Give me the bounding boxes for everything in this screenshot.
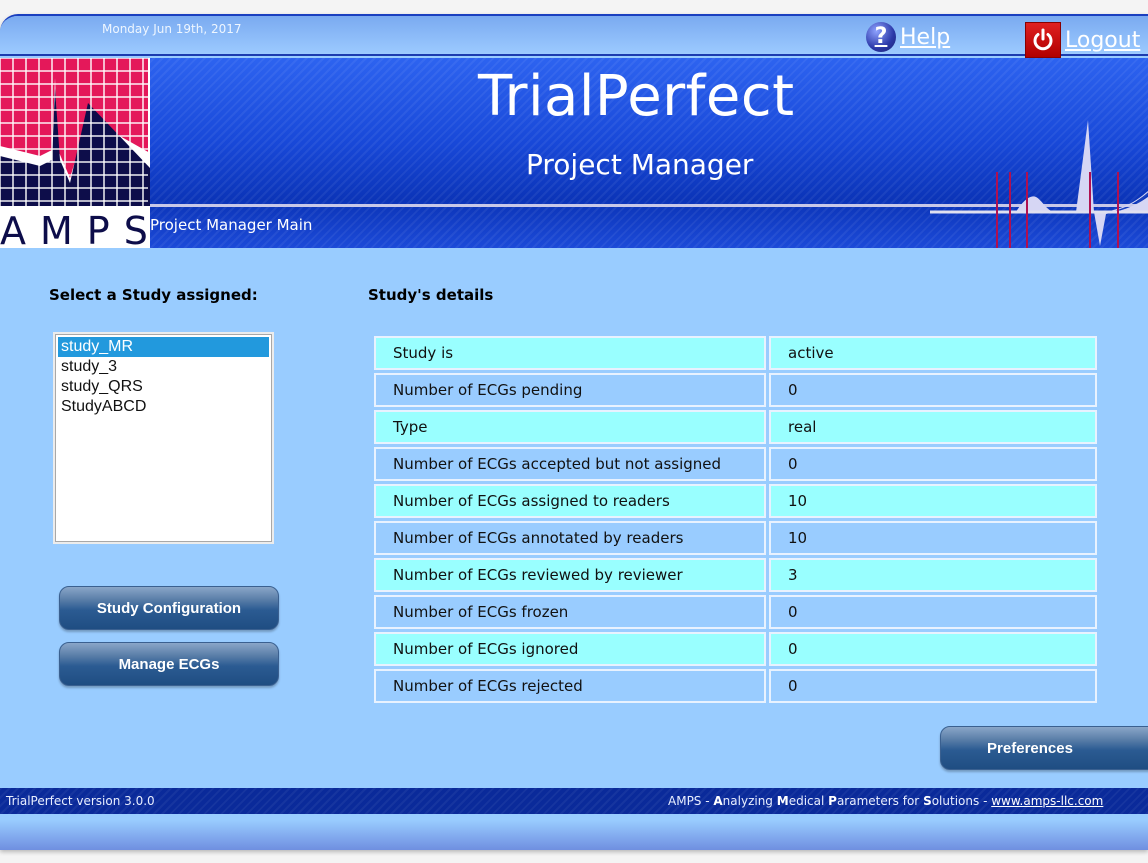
ecg-waveform-icon bbox=[930, 120, 1148, 248]
study-details-table: Study is active Number of ECGs pending 0… bbox=[371, 333, 1100, 706]
credits-separator: - bbox=[979, 794, 992, 808]
detail-value: 10 bbox=[769, 521, 1097, 555]
detail-label: Number of ECGs frozen bbox=[374, 595, 766, 629]
credits-word: olutions bbox=[931, 794, 980, 808]
table-row: Type real bbox=[374, 410, 1097, 444]
study-option[interactable]: StudyABCD bbox=[58, 397, 269, 417]
study-select-heading: Select a Study assigned: bbox=[49, 286, 258, 304]
amps-logo: AMPS bbox=[0, 58, 150, 248]
help-icon: ? bbox=[866, 22, 896, 52]
credits-prefix: AMPS - bbox=[668, 794, 714, 808]
detail-value: 0 bbox=[769, 595, 1097, 629]
detail-label: Number of ECGs accepted but not assigned bbox=[374, 447, 766, 481]
credits-initial: S bbox=[923, 794, 932, 808]
detail-label: Study is bbox=[374, 336, 766, 370]
detail-label: Number of ECGs ignored bbox=[374, 632, 766, 666]
help-label: Help bbox=[900, 24, 951, 50]
header-banner: AMPS TrialPerfect Project Manager Projec… bbox=[0, 58, 1148, 248]
table-row: Number of ECGs pending 0 bbox=[374, 373, 1097, 407]
table-row: Number of ECGs ignored 0 bbox=[374, 632, 1097, 666]
table-row: Number of ECGs assigned to readers 10 bbox=[374, 484, 1097, 518]
footer-bar: TrialPerfect version 3.0.0 AMPS - Analyz… bbox=[0, 788, 1148, 814]
credits-initial: P bbox=[828, 794, 837, 808]
study-option[interactable]: study_QRS bbox=[58, 377, 269, 397]
top-bar: Monday Jun 19th, 2017 ? Help Logout bbox=[0, 16, 1148, 58]
credits-word: arameters for bbox=[836, 794, 924, 808]
detail-value: 0 bbox=[769, 373, 1097, 407]
app-window: Monday Jun 19th, 2017 ? Help Logout AMPS… bbox=[0, 14, 1148, 850]
breadcrumb: Project Manager Main bbox=[150, 216, 313, 234]
power-icon bbox=[1025, 22, 1061, 58]
credits-word: nalyzing bbox=[722, 794, 777, 808]
detail-value: real bbox=[769, 410, 1097, 444]
preferences-button[interactable]: Preferences bbox=[940, 726, 1148, 770]
table-row: Number of ECGs frozen 0 bbox=[374, 595, 1097, 629]
company-website-link[interactable]: www.amps-llc.com bbox=[991, 794, 1103, 808]
credits-word: edical bbox=[788, 794, 829, 808]
company-credits: AMPS - Analyzing Medical Parameters for … bbox=[668, 794, 1103, 808]
detail-value: 0 bbox=[769, 447, 1097, 481]
study-option[interactable]: study_3 bbox=[58, 357, 269, 377]
detail-value: 0 bbox=[769, 632, 1097, 666]
detail-value: active bbox=[769, 336, 1097, 370]
detail-value: 10 bbox=[769, 484, 1097, 518]
study-details-heading: Study's details bbox=[368, 286, 494, 304]
logout-link[interactable]: Logout bbox=[1025, 22, 1140, 58]
table-row: Number of ECGs annotated by readers 10 bbox=[374, 521, 1097, 555]
study-listbox[interactable]: study_MR study_3 study_QRS StudyABCD bbox=[53, 332, 274, 544]
study-configuration-button[interactable]: Study Configuration bbox=[59, 586, 279, 630]
help-link[interactable]: ? Help bbox=[866, 22, 950, 52]
current-date: Monday Jun 19th, 2017 bbox=[102, 22, 242, 36]
table-row: Study is active bbox=[374, 336, 1097, 370]
table-row: Number of ECGs reviewed by reviewer 3 bbox=[374, 558, 1097, 592]
version-text: TrialPerfect version 3.0.0 bbox=[6, 794, 155, 808]
preferences-label: Preferences bbox=[987, 739, 1073, 757]
detail-label: Number of ECGs assigned to readers bbox=[374, 484, 766, 518]
detail-label: Number of ECGs pending bbox=[374, 373, 766, 407]
manage-ecgs-button[interactable]: Manage ECGs bbox=[59, 642, 279, 686]
credits-initial: M bbox=[776, 794, 789, 808]
credits-initial: A bbox=[713, 794, 723, 808]
table-row: Number of ECGs rejected 0 bbox=[374, 669, 1097, 703]
detail-value: 0 bbox=[769, 669, 1097, 703]
detail-label: Type bbox=[374, 410, 766, 444]
app-subtitle: Project Manager bbox=[526, 148, 754, 181]
detail-label: Number of ECGs rejected bbox=[374, 669, 766, 703]
logo-text: AMPS bbox=[0, 209, 150, 248]
study-option[interactable]: study_MR bbox=[58, 337, 269, 357]
detail-label: Number of ECGs reviewed by reviewer bbox=[374, 558, 766, 592]
app-title: TrialPerfect bbox=[478, 64, 795, 129]
detail-value: 3 bbox=[769, 558, 1097, 592]
detail-label: Number of ECGs annotated by readers bbox=[374, 521, 766, 555]
table-row: Number of ECGs accepted but not assigned… bbox=[374, 447, 1097, 481]
logout-label: Logout bbox=[1065, 27, 1141, 53]
